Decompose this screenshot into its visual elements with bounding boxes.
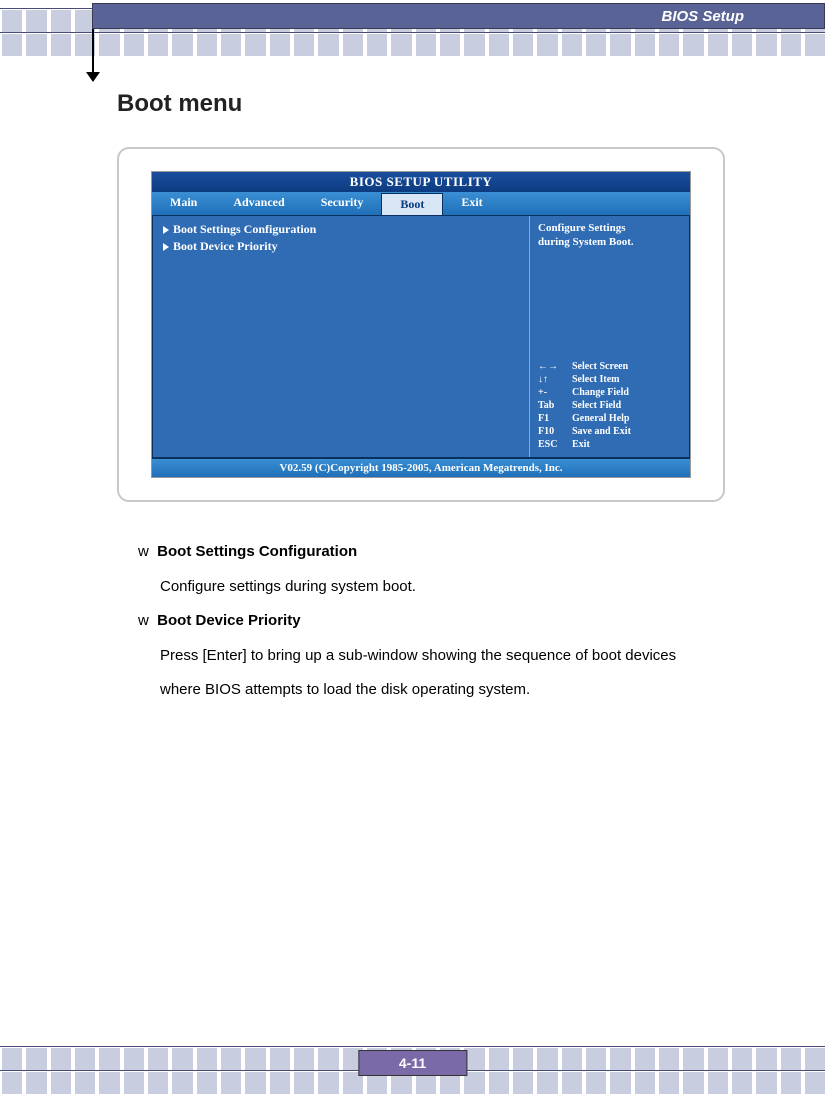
key-legend-row: ←→Select Screen [538,360,681,373]
key-legend-row: +-Change Field [538,386,681,399]
bios-tab-boot[interactable]: Boot [381,193,443,215]
bios-body: Boot Settings Configuration Boot Device P… [152,216,690,458]
help-line: Configure Settings [538,222,681,236]
page-number: 4-11 [358,1050,467,1076]
triangle-right-icon [163,226,169,234]
section-description: Configure settings during system boot. [160,570,708,605]
bios-tab-main[interactable]: Main [152,192,215,215]
key-legend-row: TabSelect Field [538,399,681,412]
bios-right-pane: Configure Settings during System Boot. ←… [529,216,689,457]
key-legend-row: ESCExit [538,438,681,451]
bios-menu-item[interactable]: Boot Settings Configuration [163,222,519,237]
section-description: Press [Enter] to bring up a sub-window s… [160,639,708,708]
section-heading: w Boot Device Priority [138,604,708,639]
bios-window: BIOS SETUP UTILITY MainAdvancedSecurityB… [151,171,691,478]
key-legend-row: F1General Help [538,412,681,425]
bios-tab-bar: MainAdvancedSecurityBootExit [152,192,690,216]
bios-tab-advanced[interactable]: Advanced [215,192,302,215]
bios-screenshot-frame: BIOS SETUP UTILITY MainAdvancedSecurityB… [117,147,725,502]
help-line: during System Boot. [538,236,681,250]
key-legend-row: F10Save and Exit [538,425,681,438]
arrow-down-icon [86,72,100,82]
bios-window-title: BIOS SETUP UTILITY [152,172,690,192]
header-title: BIOS Setup [661,8,744,25]
bios-footer: V02.59 (C)Copyright 1985-2005, American … [152,458,690,477]
page-title: Boot menu [117,90,242,118]
key-legend-row: ↓↑Select Item [538,373,681,386]
bios-menu-label: Boot Settings Configuration [173,222,316,237]
bios-key-legend: ←→Select Screen↓↑Select Item+-Change Fie… [538,360,681,451]
square-row [0,34,825,56]
triangle-right-icon [163,243,169,251]
arrow-stem [92,29,94,74]
bios-tab-exit[interactable]: Exit [443,192,500,215]
bios-help-text: Configure Settings during System Boot. [538,222,681,250]
section-heading: w Boot Settings Configuration [138,535,708,570]
bios-menu-item[interactable]: Boot Device Priority [163,239,519,254]
bios-menu-label: Boot Device Priority [173,239,278,254]
bios-tab-security[interactable]: Security [303,192,382,215]
body-text: w Boot Settings ConfigurationConfigure s… [138,535,708,708]
bios-left-pane: Boot Settings Configuration Boot Device P… [153,216,529,457]
header-bar: BIOS Setup [92,3,825,29]
